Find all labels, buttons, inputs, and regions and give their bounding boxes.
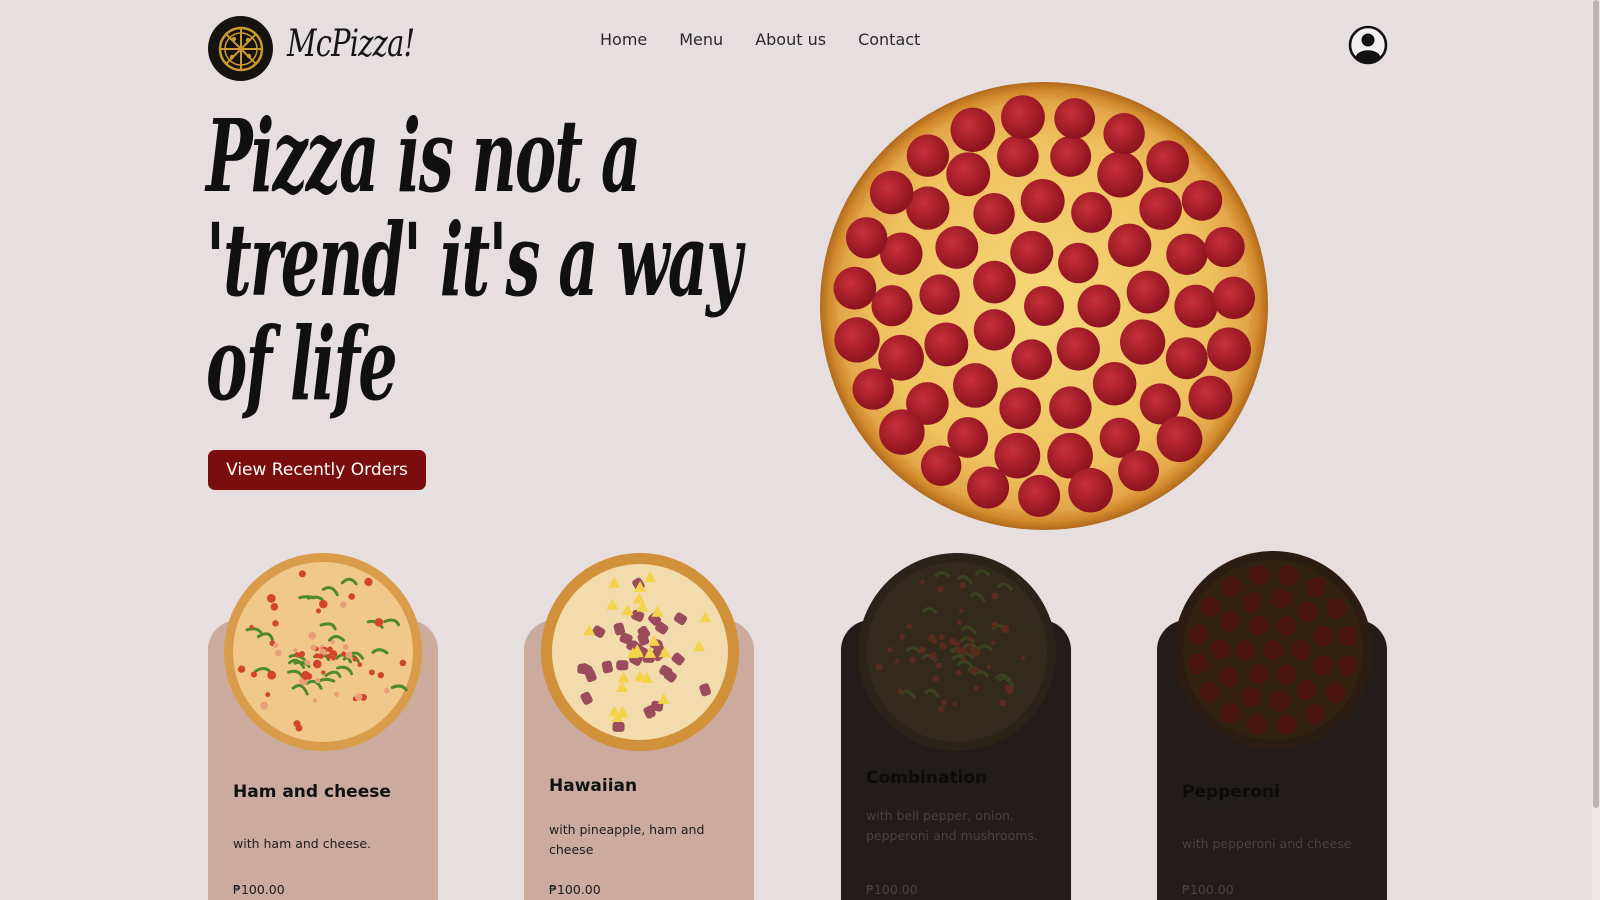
pepperoni-pizza-icon: [820, 82, 1268, 530]
profile-button[interactable]: [1348, 25, 1388, 65]
pizza-slices-icon: [218, 26, 263, 71]
nav-contact[interactable]: Contact: [858, 30, 920, 49]
pepperoni-pizza-card-image: [1173, 550, 1373, 750]
card-price: ₱100.00: [1182, 882, 1234, 897]
scrollbar-thumb[interactable]: [1593, 0, 1599, 808]
card-description: with ham and cheese.: [233, 836, 372, 851]
user-profile-icon: [1348, 25, 1388, 65]
hero-title: Pizza is not a 'trend' it's a way of lif…: [206, 97, 742, 423]
card-title: Combination: [866, 768, 988, 788]
card-price: ₱100.00: [866, 882, 918, 897]
hero-pizza-image: [818, 80, 1270, 532]
combination-pizza-icon: [858, 553, 1056, 751]
card-title: Ham and cheese: [233, 782, 391, 802]
ham-cheese-pizza-icon: [224, 553, 422, 751]
card-description: with bell pepper, onion, pepperoni and m…: [866, 808, 1038, 843]
card-description: with pepperoni and cheese: [1182, 836, 1352, 851]
hero-title-line-3: of life: [206, 305, 398, 423]
ham-cheese-pizza-image: [223, 552, 423, 752]
nav-about-us[interactable]: About us: [755, 30, 826, 49]
card-price: ₱100.00: [549, 882, 601, 897]
combination-pizza-image: [857, 552, 1057, 752]
card-price: ₱100.00: [233, 882, 285, 897]
card-description: with pineapple, ham and cheese: [549, 822, 705, 857]
pepperoni-pizza-icon: [1174, 551, 1372, 749]
logo-badge[interactable]: [208, 16, 273, 81]
card-title: Hawaiian: [549, 776, 638, 796]
hero-title-line-1: Pizza is not a: [206, 97, 641, 215]
hawaiian-pizza-icon: [541, 553, 739, 751]
main-nav: Home Menu About us Contact: [600, 30, 920, 49]
hawaiian-pizza-image: [540, 552, 740, 752]
view-recent-orders-button[interactable]: View Recently Orders: [208, 450, 426, 490]
card-title: Pepperoni: [1182, 782, 1280, 802]
nav-home[interactable]: Home: [600, 30, 647, 49]
hero-title-line-2: 'trend' it's a way: [206, 201, 742, 319]
brand-name[interactable]: McPizza!: [287, 22, 415, 65]
nav-menu[interactable]: Menu: [679, 30, 723, 49]
